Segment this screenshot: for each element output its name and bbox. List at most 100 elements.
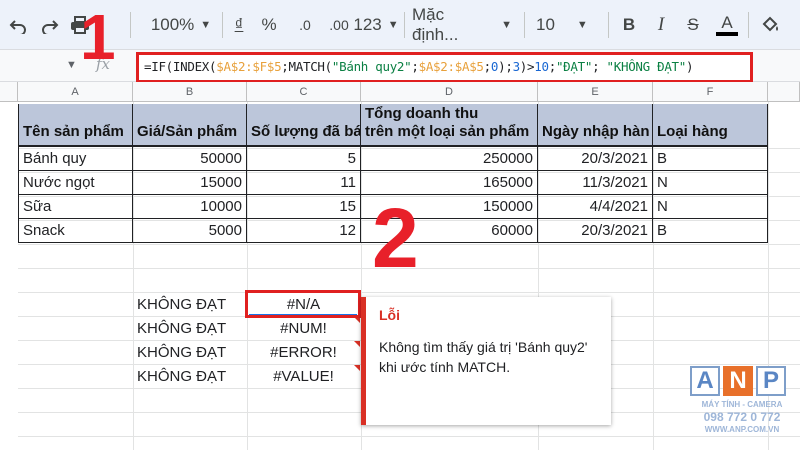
chevron-down-icon: ▼	[200, 19, 212, 31]
table-cell[interactable]: Nước ngọt	[18, 171, 133, 195]
header-product-name[interactable]: Tên sản phẩm	[18, 104, 133, 147]
toolbar: 100% ▼ ₫ % .0 .00 123 ▼ Mặc định... ▼ 10 ▼ B…	[0, 0, 800, 50]
table-cell[interactable]: Sữa	[18, 195, 133, 219]
table-cell[interactable]: N	[653, 195, 768, 219]
step-2-annotation: 2	[372, 191, 419, 285]
table-cell[interactable]: Bánh quy	[18, 147, 133, 171]
error-tooltip-title: Lỗi	[379, 307, 400, 323]
result-label[interactable]: KHÔNG ĐẠT	[137, 292, 226, 316]
error-flag-icon	[354, 341, 360, 347]
formula-fn: ;MATCH(	[281, 59, 332, 74]
table-cell[interactable]: 10000	[133, 195, 247, 219]
table-cell[interactable]: 20/3/2021	[538, 219, 653, 243]
chevron-down-icon: ▼	[501, 19, 512, 31]
column-header-b[interactable]: B	[133, 82, 247, 102]
header-category[interactable]: Loại hàng	[653, 104, 768, 147]
formula-sep: ;	[483, 59, 492, 74]
table-cell[interactable]: N	[653, 171, 768, 195]
table-cell[interactable]: 4/4/2021	[538, 195, 653, 219]
logo-phone: 098 772 0 772	[703, 410, 781, 424]
formula-sep: ;	[592, 59, 607, 74]
header-quantity-sold[interactable]: Số lượng đã bá	[247, 104, 361, 147]
table-cell[interactable]: 250000	[361, 147, 538, 171]
logo-tagline: MÁY TÍNH - CAMERA	[701, 400, 783, 409]
formula-input[interactable]: =IF(INDEX($A$2:$F$5;MATCH("Bánh quy2";$A…	[136, 52, 753, 83]
table-cell[interactable]: 50000	[133, 147, 247, 171]
header-total-revenue-line2: trên một loại sản phẩm	[365, 123, 530, 140]
formula-range: $A$2:$F$5	[216, 59, 282, 74]
error-cell-error[interactable]: #ERROR!	[247, 340, 360, 364]
column-header-f[interactable]: F	[653, 82, 768, 102]
anp-logo: A N P MÁY TÍNH - CAMERA 098 772 0 772 WW…	[690, 366, 794, 440]
error-tooltip: Lỗi Không tìm thấy giá trị 'Bánh quy2' k…	[361, 297, 611, 425]
result-label[interactable]: KHÔNG ĐẠT	[137, 364, 226, 388]
column-header-e[interactable]: E	[538, 82, 653, 102]
column-header-a[interactable]: A	[18, 82, 133, 102]
table-cell[interactable]: 5000	[133, 219, 247, 243]
percent-format-button[interactable]: %	[256, 10, 282, 40]
strikethrough-button[interactable]: S	[680, 10, 706, 40]
chevron-down-icon: ▼	[387, 19, 399, 31]
more-formats-label: 123	[353, 15, 382, 34]
formula-op: )>	[519, 59, 535, 74]
zoom-select[interactable]: 100% ▼	[148, 10, 214, 40]
table-cell[interactable]: 5	[247, 147, 361, 171]
step-1-annotation: 1	[80, 1, 116, 73]
formula-number: 3	[512, 59, 521, 74]
table-cell[interactable]: B	[653, 219, 768, 243]
formula-fn: )	[686, 59, 694, 74]
column-header-c[interactable]: C	[247, 82, 361, 102]
table-cell[interactable]: Snack	[18, 219, 133, 243]
table-cell[interactable]: 11/3/2021	[538, 171, 653, 195]
result-label[interactable]: KHÔNG ĐẠT	[137, 316, 226, 340]
table-cell[interactable]: 15	[247, 195, 361, 219]
formula-number: 10	[534, 59, 549, 74]
formula-sep: ;	[548, 59, 557, 74]
font-name-value: Mặc định...	[412, 5, 459, 44]
table-cell[interactable]: B	[653, 147, 768, 171]
formula-string: "ĐẠT"	[555, 59, 593, 74]
error-tooltip-message: Không tìm thấy giá trị 'Bánh quy2' khi ư…	[379, 339, 588, 375]
font-family-select[interactable]: Mặc định... ▼	[412, 5, 512, 44]
decrease-decimal-button[interactable]: .0	[290, 10, 320, 40]
error-flag-icon	[354, 365, 360, 371]
formula-string: "KHÔNG ĐẠT"	[606, 59, 687, 74]
name-box-dropdown-icon[interactable]: ▼	[66, 59, 77, 71]
fill-color-icon[interactable]	[756, 10, 784, 40]
italic-button[interactable]: I	[648, 10, 674, 40]
bold-button[interactable]: B	[616, 10, 642, 40]
logo-letter: N	[723, 366, 753, 396]
column-header-g[interactable]	[768, 82, 800, 102]
table-cell[interactable]: 11	[247, 171, 361, 195]
more-formats-button[interactable]: 123 ▼	[352, 10, 400, 40]
logo-letter: A	[690, 366, 720, 396]
header-unit-price[interactable]: Giá/Sản phẩm	[133, 104, 247, 147]
selected-cell-highlight	[245, 290, 361, 318]
formula-string: "Bánh quy2"	[331, 59, 412, 74]
text-color-letter: A	[721, 13, 733, 32]
font-size-select[interactable]: 10 ▼	[536, 10, 602, 40]
logo-letter: P	[756, 366, 786, 396]
redo-icon[interactable]	[36, 10, 64, 40]
formula-range: $A$2:$A$5	[418, 59, 484, 74]
error-cell-value[interactable]: #VALUE!	[247, 364, 360, 388]
header-total-revenue[interactable]: Tổng doanh thu trên một loại sản phẩm	[361, 104, 538, 147]
undo-icon[interactable]	[4, 10, 32, 40]
formula-sep: ;	[411, 59, 419, 74]
select-all-corner[interactable]	[0, 82, 18, 102]
table-cell[interactable]: 12	[247, 219, 361, 243]
error-cell-num[interactable]: #NUM!	[247, 316, 360, 340]
currency-format-button[interactable]: ₫	[226, 10, 252, 40]
logo-website: WWW.ANP.COM.VN	[704, 425, 780, 434]
text-color-button[interactable]: A	[712, 10, 742, 40]
table-cell[interactable]: 15000	[133, 171, 247, 195]
header-import-date[interactable]: Ngày nhập hàn	[538, 104, 653, 147]
result-label[interactable]: KHÔNG ĐẠT	[137, 340, 226, 364]
table-cell[interactable]: 20/3/2021	[538, 147, 653, 171]
increase-decimal-button[interactable]: .00	[322, 10, 356, 40]
formula-fn: =IF(INDEX(	[144, 59, 217, 74]
text-color-swatch	[716, 32, 738, 36]
column-header-d[interactable]: D	[361, 82, 538, 102]
formula-sep: );	[498, 59, 513, 74]
chevron-down-icon: ▼	[576, 19, 588, 31]
